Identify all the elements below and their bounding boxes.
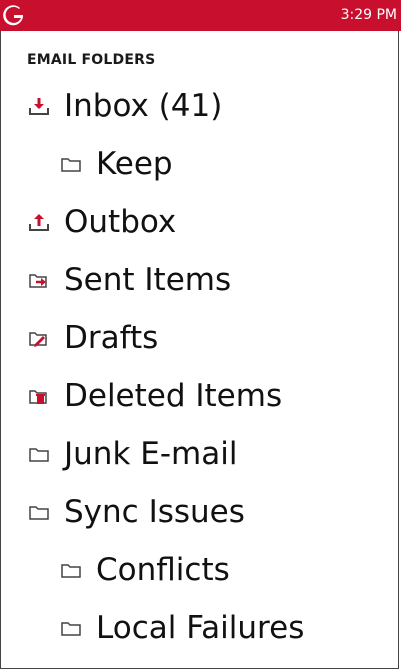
folder-label: Sync Issues xyxy=(64,494,245,530)
folder-item-deleted-items[interactable]: Deleted Items xyxy=(28,368,282,424)
folder-item-local-failures[interactable]: Local Failures xyxy=(60,600,304,656)
folder-item-sent-items[interactable]: Sent Items xyxy=(28,252,231,308)
folder-item-outbox[interactable]: Outbox xyxy=(28,194,176,250)
folder-item-drafts[interactable]: Drafts xyxy=(28,310,158,366)
folder-icon xyxy=(29,506,49,520)
folder-icon xyxy=(61,622,81,636)
folder-icon xyxy=(29,448,49,462)
folder-label: Outbox xyxy=(64,204,177,240)
section-title: EMAIL FOLDERS xyxy=(27,52,156,68)
drafts-icon xyxy=(29,332,47,347)
status-time: 3:29 PM xyxy=(340,7,397,23)
folder-label: Keep xyxy=(96,146,173,182)
folder-label: Sent Items xyxy=(64,262,232,298)
folder-item-keep[interactable]: Keep xyxy=(60,136,173,192)
folder-item-junk-email[interactable]: Junk E-mail xyxy=(28,426,237,482)
deleted-items-icon xyxy=(29,390,47,404)
inbox-icon xyxy=(29,98,49,115)
folder-item-sync-issues[interactable]: Sync Issues xyxy=(28,484,245,540)
folder-label: Deleted Items xyxy=(64,378,283,414)
folder-item-conflicts[interactable]: Conflicts xyxy=(60,542,230,598)
outbox-icon xyxy=(29,214,49,231)
app-logo-icon xyxy=(3,5,23,26)
folder-item-inbox[interactable]: Inbox (41) xyxy=(28,78,222,134)
folder-label: Junk E-mail xyxy=(64,436,238,472)
folder-label: Inbox (41) xyxy=(64,88,223,124)
folder-label: Drafts xyxy=(64,320,159,356)
status-bar: 3:29 PM xyxy=(0,0,401,31)
folder-icon xyxy=(61,564,81,578)
sent-items-icon xyxy=(29,274,47,288)
folder-label: Local Failures xyxy=(96,610,305,646)
folder-icon xyxy=(61,158,81,172)
folder-label: Conflicts xyxy=(96,552,230,588)
